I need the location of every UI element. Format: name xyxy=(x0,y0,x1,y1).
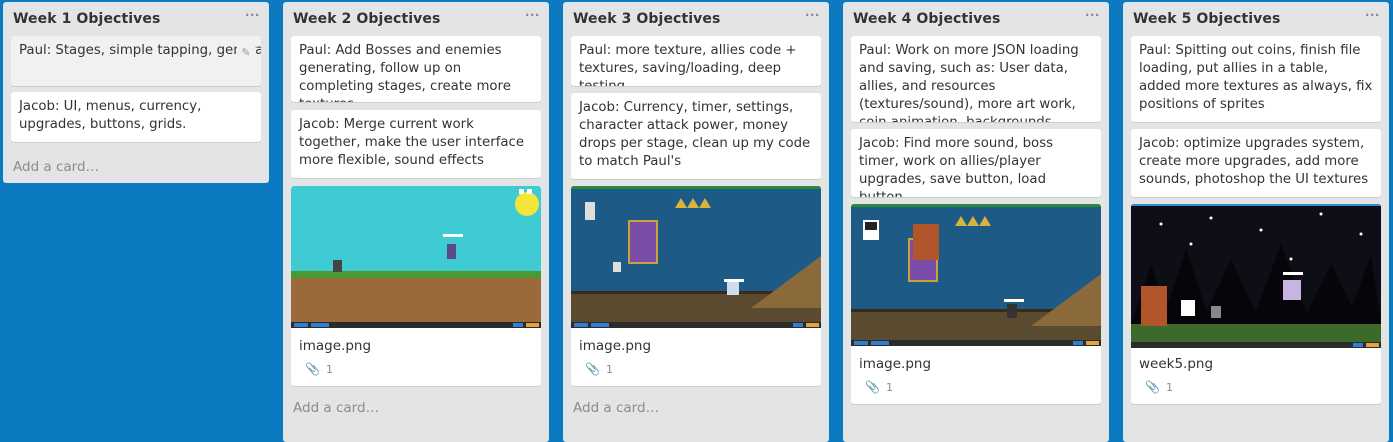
list-week-3: Week 3 Objectives ··· Paul: more texture… xyxy=(563,2,829,442)
card-paul-week3[interactable]: Paul: more texture, allies code + textur… xyxy=(571,36,821,86)
card-jacob-week3[interactable]: Jacob: Currency, timer, settings, charac… xyxy=(571,93,821,179)
attachment-count: 📎 1 xyxy=(1145,380,1173,394)
card-cover-image xyxy=(851,204,1101,346)
list-menu-icon[interactable]: ··· xyxy=(1085,8,1100,22)
pencil-icon[interactable]: ✎ xyxy=(237,44,255,62)
card-paul-week1[interactable]: Paul: Stages, simple tapping, generate p… xyxy=(11,36,261,86)
card-text: Paul: Work on more JSON loading and savi… xyxy=(859,43,1079,122)
paperclip-icon: 📎 xyxy=(865,380,880,394)
list-header: Week 5 Objectives ··· xyxy=(1123,2,1389,34)
add-card-link[interactable]: Add a card… xyxy=(573,400,659,416)
list-week-5: Week 5 Objectives ··· Paul: Spitting out… xyxy=(1123,2,1389,442)
card-jacob-week1[interactable]: Jacob: UI, menus, currency, upgrades, bu… xyxy=(11,92,261,142)
image-caption: week5.png xyxy=(1139,356,1214,372)
attachment-count-value: 1 xyxy=(885,381,893,394)
card-cover-image xyxy=(1131,204,1381,348)
attachment-count: 📎 1 xyxy=(305,362,333,376)
image-card-week2[interactable]: image.png 📎 1 xyxy=(291,186,541,386)
game-screenshot-grassland xyxy=(291,186,541,328)
card-text: Paul: Add Bosses and enemies generating,… xyxy=(299,43,511,102)
list-header: Week 3 Objectives ··· xyxy=(563,2,829,34)
list-menu-icon[interactable]: ··· xyxy=(245,8,260,22)
card-text: Jacob: optimize upgrades system, create … xyxy=(1139,136,1369,187)
list-title[interactable]: Week 3 Objectives xyxy=(573,11,720,27)
card-jacob-week4[interactable]: Jacob: Find more sound, boss timer, work… xyxy=(851,129,1101,197)
attachment-count-value: 1 xyxy=(325,363,333,376)
card-text: Jacob: Currency, timer, settings, charac… xyxy=(579,100,811,169)
card-text: Paul: Spitting out coins, finish file lo… xyxy=(1139,43,1373,112)
list-title[interactable]: Week 4 Objectives xyxy=(853,11,1000,27)
attachment-count-value: 1 xyxy=(605,363,613,376)
game-screenshot-mansion xyxy=(571,186,821,328)
list-week-1: Week 1 Objectives ··· Paul: Stages, simp… xyxy=(3,2,269,183)
list-title[interactable]: Week 2 Objectives xyxy=(293,11,440,27)
list-header: Week 2 Objectives ··· xyxy=(283,2,549,34)
card-cover-image xyxy=(571,186,821,328)
card-jacob-week5[interactable]: Jacob: optimize upgrades system, create … xyxy=(1131,129,1381,197)
paperclip-icon: 📎 xyxy=(1145,380,1160,394)
card-cover-image xyxy=(291,186,541,328)
card-paul-week5[interactable]: Paul: Spitting out coins, finish file lo… xyxy=(1131,36,1381,122)
game-screenshot-mansion-boss xyxy=(851,204,1101,346)
card-jacob-week2[interactable]: Jacob: Merge current work together, make… xyxy=(291,110,541,178)
game-screenshot-night-forest xyxy=(1131,204,1381,348)
list-title[interactable]: Week 1 Objectives xyxy=(13,11,160,27)
card-text: Jacob: Find more sound, boss timer, work… xyxy=(859,136,1054,197)
list-week-4: Week 4 Objectives ··· Paul: Work on more… xyxy=(843,2,1109,442)
list-menu-icon[interactable]: ··· xyxy=(1365,8,1380,22)
add-card-link[interactable]: Add a card… xyxy=(293,400,379,416)
list-header: Week 1 Objectives ··· xyxy=(3,2,269,34)
card-text: Jacob: Merge current work together, make… xyxy=(299,117,525,168)
card-text: Jacob: UI, menus, currency, upgrades, bu… xyxy=(19,99,202,132)
list-week-2: Week 2 Objectives ··· Paul: Add Bosses a… xyxy=(283,2,549,442)
attachment-count: 📎 1 xyxy=(585,362,613,376)
image-card-week4[interactable]: image.png 📎 1 xyxy=(851,204,1101,404)
add-card-link[interactable]: Add a card… xyxy=(13,159,99,175)
card-text: Paul: Stages, simple tapping, generate p… xyxy=(19,43,261,58)
paperclip-icon: 📎 xyxy=(305,362,320,376)
list-title[interactable]: Week 5 Objectives xyxy=(1133,11,1280,27)
card-paul-week2[interactable]: Paul: Add Bosses and enemies generating,… xyxy=(291,36,541,102)
attachment-count: 📎 1 xyxy=(865,380,893,394)
paperclip-icon: 📎 xyxy=(585,362,600,376)
list-menu-icon[interactable]: ··· xyxy=(525,8,540,22)
image-caption: image.png xyxy=(859,356,932,372)
image-caption: image.png xyxy=(299,338,372,354)
image-card-week3[interactable]: image.png 📎 1 xyxy=(571,186,821,386)
image-card-week5[interactable]: week5.png 📎 1 xyxy=(1131,204,1381,404)
card-paul-week4[interactable]: Paul: Work on more JSON loading and savi… xyxy=(851,36,1101,122)
attachment-count-value: 1 xyxy=(1165,381,1173,394)
card-text: Paul: more texture, allies code + textur… xyxy=(579,43,797,86)
list-header: Week 4 Objectives ··· xyxy=(843,2,1109,34)
list-menu-icon[interactable]: ··· xyxy=(805,8,820,22)
image-caption: image.png xyxy=(579,338,652,354)
